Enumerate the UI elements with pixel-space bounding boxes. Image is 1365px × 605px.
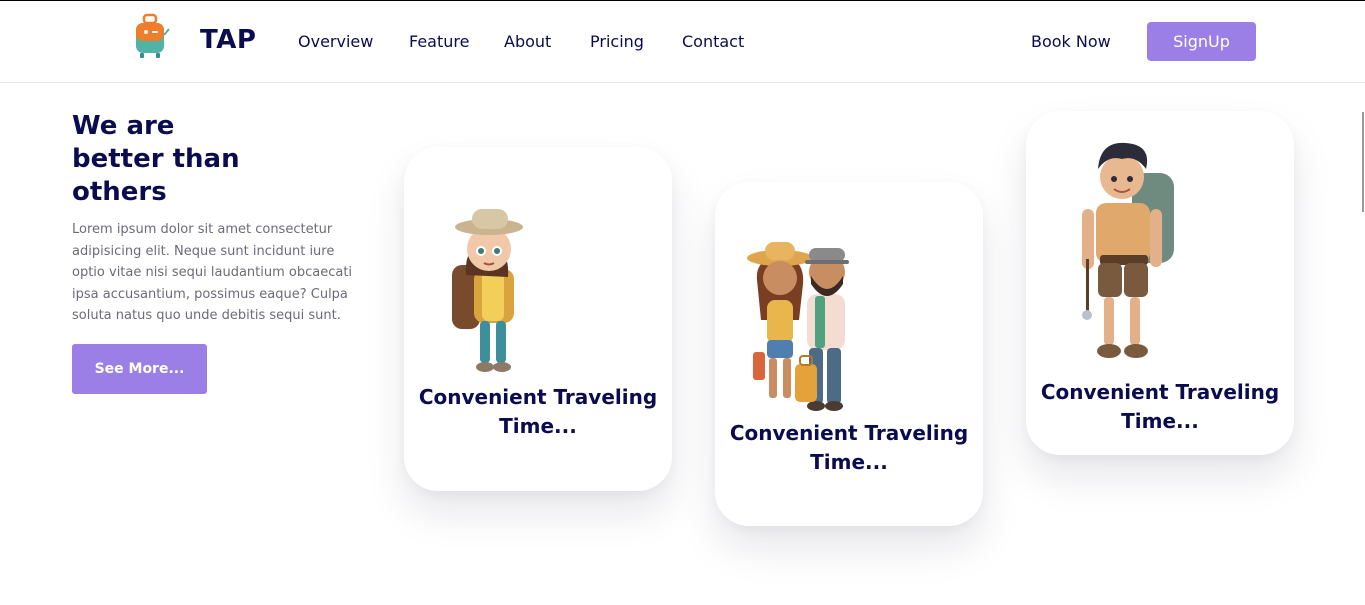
hero-description: Lorem ipsum dolor sit amet consectetur a…: [72, 222, 353, 323]
top-navbar: TAP Overview Feature About Pricing Conta…: [0, 1, 1365, 83]
hero-title: We are better than others: [72, 111, 240, 207]
nav-feature[interactable]: Feature: [409, 32, 469, 51]
page-scrollbar[interactable]: [1362, 112, 1364, 212]
book-now-link[interactable]: Book Now: [1031, 32, 1111, 51]
brand-name[interactable]: TAP: [200, 25, 256, 55]
feature-card-2[interactable]: Convenient Traveling Time...: [715, 182, 983, 526]
nav-overview[interactable]: Overview: [298, 32, 373, 51]
card-title: Convenient Traveling Time...: [729, 421, 969, 474]
boy-backpacker-illustration: [1082, 142, 1174, 358]
see-more-button[interactable]: See More...: [72, 344, 207, 394]
girl-hiker-illustration: [452, 209, 523, 372]
card-title: Convenient Traveling Time...: [418, 385, 658, 438]
signup-button[interactable]: SignUp: [1147, 22, 1256, 61]
card-title: Convenient Traveling Time...: [1040, 380, 1280, 433]
couple-travelers-illustration: [747, 242, 849, 411]
feature-card-1[interactable]: Convenient Traveling Time...: [404, 147, 672, 491]
feature-card-3[interactable]: Convenient Traveling Time...: [1026, 111, 1294, 455]
suitcase-logo-icon[interactable]: [131, 13, 171, 61]
nav-contact[interactable]: Contact: [682, 32, 744, 51]
nav-about[interactable]: About: [504, 32, 551, 51]
nav-pricing[interactable]: Pricing: [590, 32, 644, 51]
